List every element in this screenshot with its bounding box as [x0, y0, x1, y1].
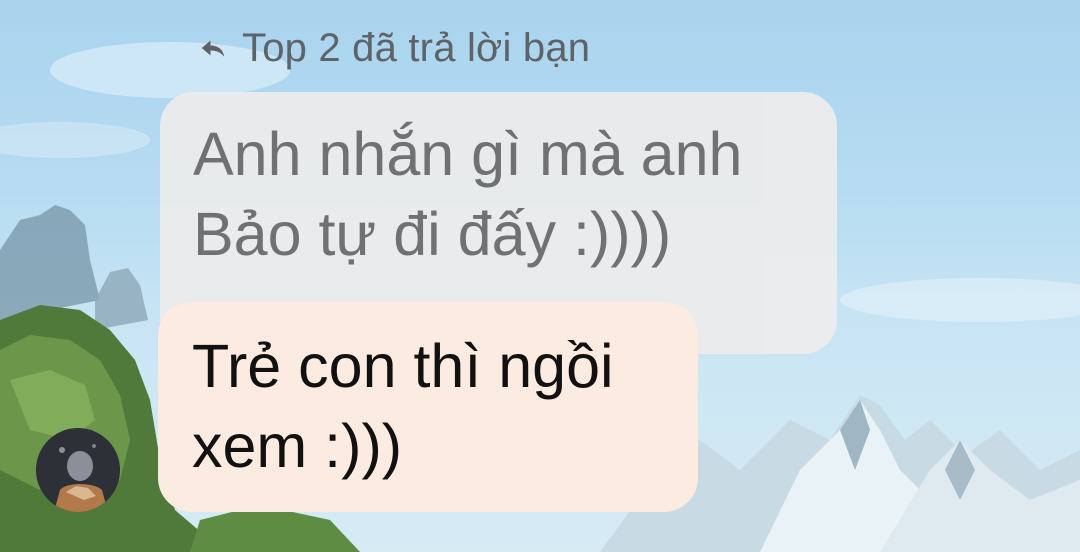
reply-arrow-icon [201, 40, 225, 57]
sender-avatar[interactable] [36, 428, 120, 512]
reply-message-line: xem :))) [192, 412, 403, 480]
reply-context-label: Top 2 đã trả lời bạn [242, 25, 591, 70]
avatar-photo-icon [36, 428, 120, 512]
reply-message-bubble[interactable]: Trẻ con thì ngồi xem :))) [158, 302, 698, 512]
reply-context-header: Top 2 đã trả lời bạn [198, 24, 590, 72]
quoted-message-line: Bảo tự đi đấy :)))) [193, 200, 672, 268]
quoted-message-line: Anh nhắn gì mà anh [193, 120, 743, 188]
reply-message-line: Trẻ con thì ngồi [192, 332, 614, 400]
chat-screen: Top 2 đã trả lời bạn Anh nhắn gì mà anh … [0, 0, 1080, 552]
